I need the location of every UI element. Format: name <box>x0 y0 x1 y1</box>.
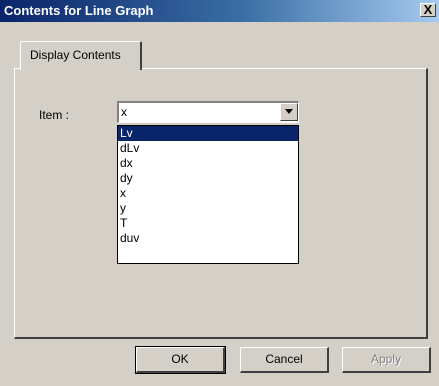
dropdown-option[interactable]: T <box>118 216 298 231</box>
dropdown-option[interactable]: x <box>118 186 298 201</box>
close-icon: X <box>423 2 433 17</box>
cancel-button[interactable]: Cancel <box>240 347 329 373</box>
tab-display-contents[interactable]: Display Contents <box>20 41 142 70</box>
close-button[interactable]: X <box>420 2 436 17</box>
title-bar[interactable]: Contents for Line Graph X <box>0 0 439 22</box>
dropdown-option[interactable]: duv <box>118 231 298 246</box>
ok-button[interactable]: OK <box>135 346 226 374</box>
dropdown-option[interactable]: dy <box>118 171 298 186</box>
combobox-dropdown-button[interactable] <box>280 103 298 121</box>
item-combobox[interactable]: x <box>117 101 299 123</box>
dropdown-option[interactable]: Lv <box>118 126 298 141</box>
item-label: Item : <box>39 108 70 122</box>
dropdown-option[interactable]: dx <box>118 156 298 171</box>
chevron-down-icon <box>285 109 293 114</box>
tab-label: Display Contents <box>30 48 121 62</box>
item-dropdown-list[interactable]: Lv dLv dx dy x y T duv <box>117 125 299 264</box>
apply-button[interactable]: Apply <box>342 347 431 373</box>
dialog-window: Contents for Line Graph X Display Conten… <box>0 0 439 386</box>
item-combobox-value: x <box>121 105 127 119</box>
dropdown-option[interactable]: dLv <box>118 141 298 156</box>
dropdown-option[interactable]: y <box>118 201 298 216</box>
window-title: Contents for Line Graph <box>4 3 154 18</box>
